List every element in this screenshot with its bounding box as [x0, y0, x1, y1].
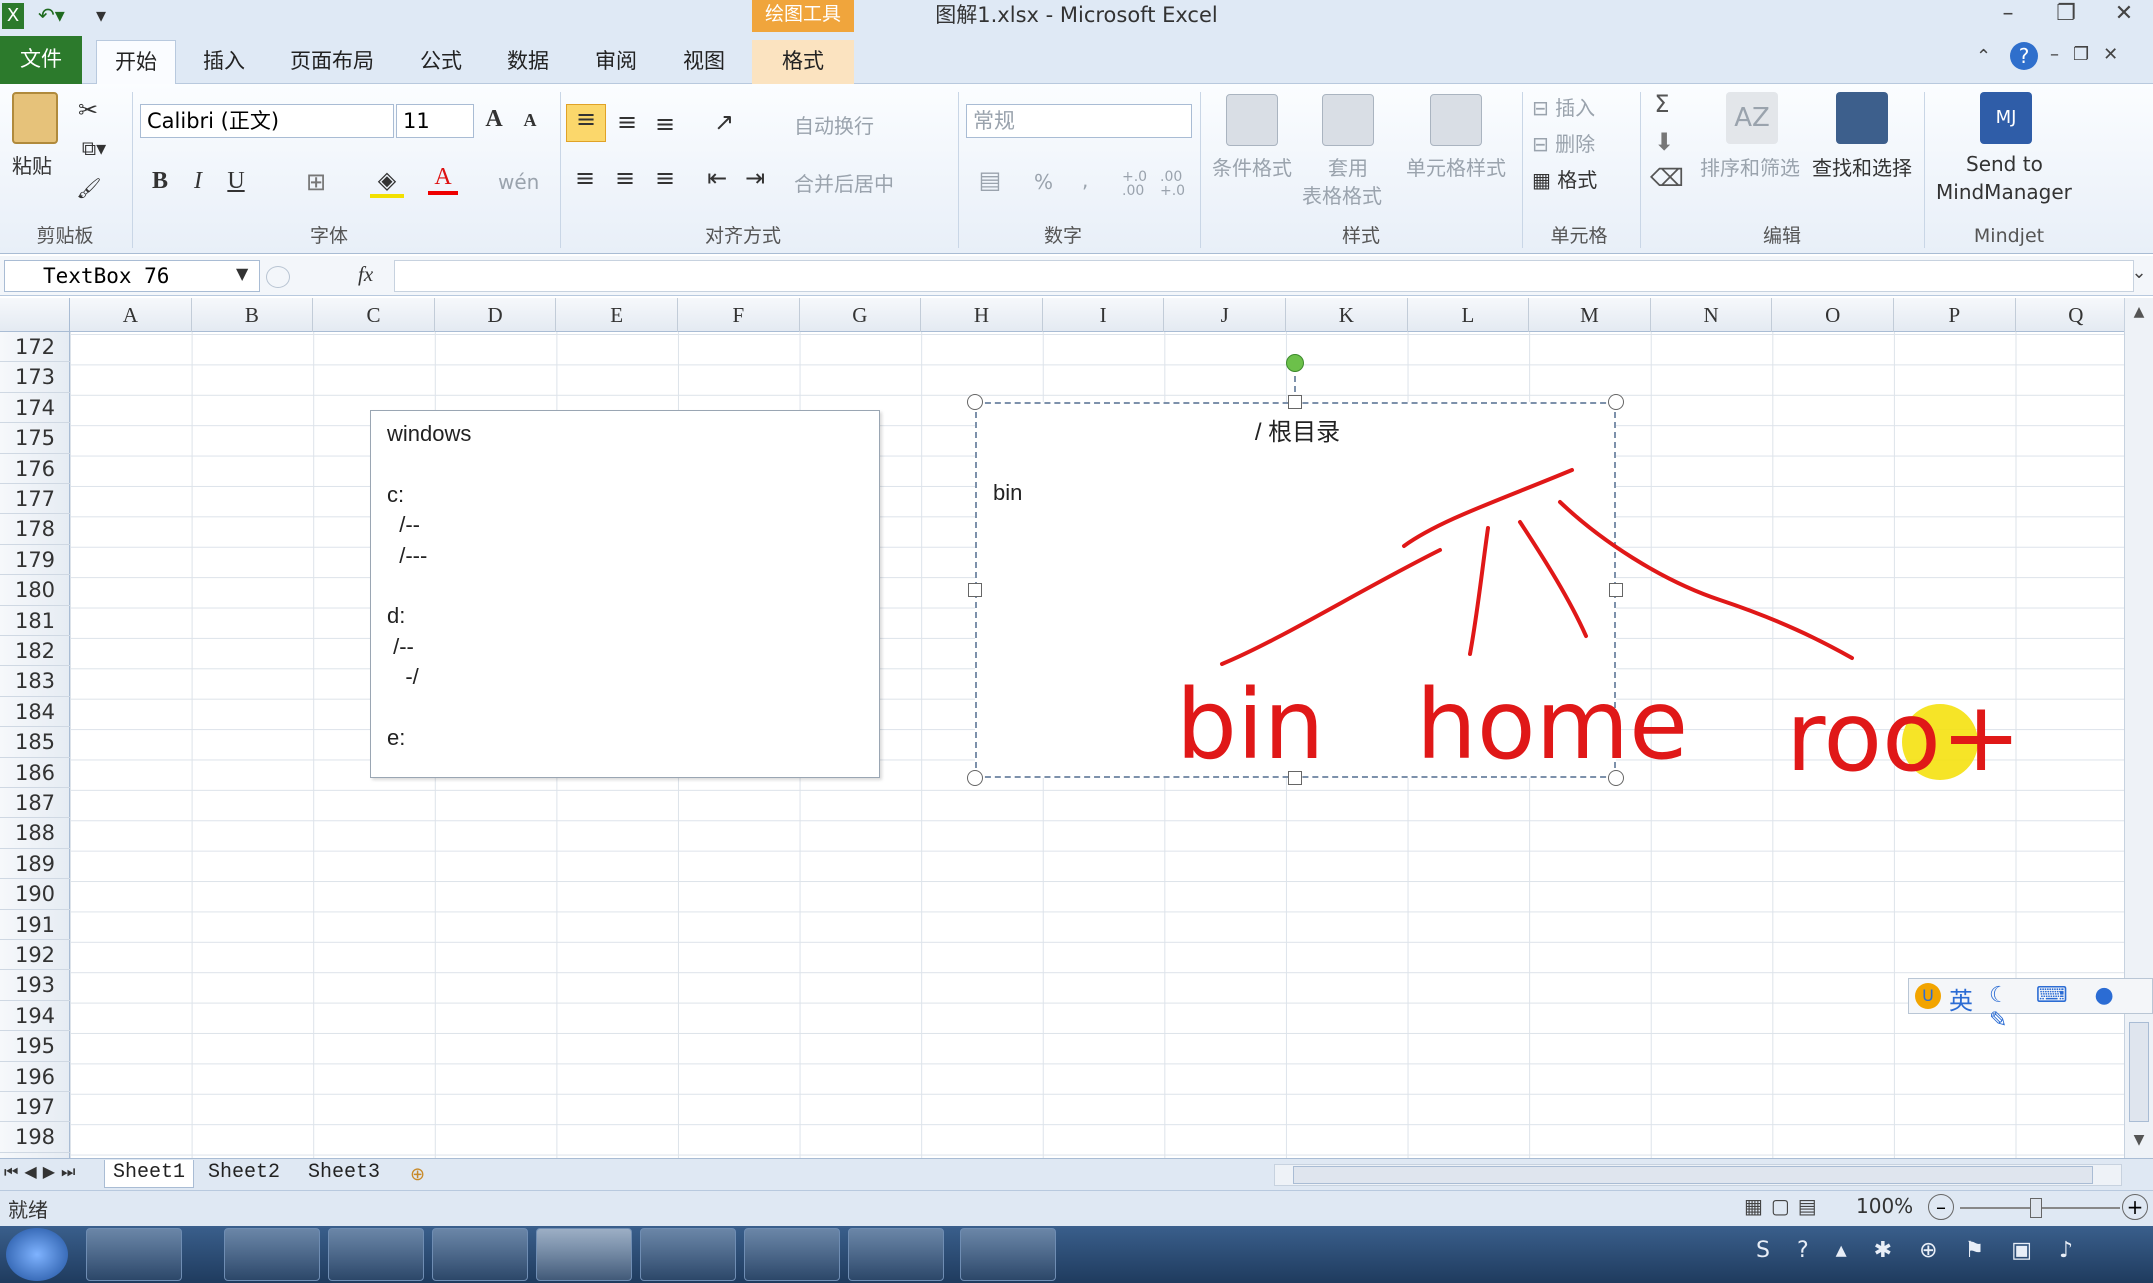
scroll-down-icon[interactable]: ▼: [2129, 1132, 2149, 1152]
taskbar-excel-icon[interactable]: [536, 1228, 632, 1281]
taskbar-outlook-icon[interactable]: [848, 1228, 944, 1281]
ime-logo-icon[interactable]: U: [1915, 983, 1941, 1009]
handwritten-root: roo+: [1786, 681, 2021, 793]
ime-toolbar[interactable]: U 英 ☾ ⌨ ● ✎: [1908, 978, 2153, 1033]
zoom-in-button[interactable]: +: [2122, 1194, 2148, 1220]
horizontal-scrollbar[interactable]: [1274, 1164, 2122, 1186]
taskbar-powerpoint-icon[interactable]: [640, 1228, 736, 1281]
tree-branch-home-1: [1468, 526, 1490, 656]
tree-branch-root: [1558, 500, 1854, 660]
zoom-level[interactable]: 100%: [1856, 1194, 1913, 1218]
taskbar-app-1-icon[interactable]: [86, 1228, 182, 1281]
view-buttons[interactable]: ▦▢▤: [1744, 1194, 1834, 1220]
handwritten-bin: bin: [1176, 669, 1324, 781]
sheet-navigation-icons[interactable]: ⏮◀▶⏭: [4, 1162, 96, 1186]
tree-branch-bin: [1220, 548, 1442, 666]
zoom-out-button[interactable]: –: [1928, 1194, 1954, 1220]
sheet-tab-2[interactable]: Sheet2: [196, 1160, 292, 1188]
scroll-up-icon[interactable]: ▲: [2129, 304, 2149, 324]
system-tray-icons[interactable]: S ? ▴ ✱ ⊕ ⚑ ▣ ♪: [1756, 1238, 2146, 1274]
taskbar-chrome-icon[interactable]: [432, 1228, 528, 1281]
status-ready: 就绪: [8, 1198, 48, 1222]
horizontal-scroll-thumb[interactable]: [1293, 1166, 2093, 1184]
taskbar-explorer-icon[interactable]: [328, 1228, 424, 1281]
zoom-slider-thumb[interactable]: [2030, 1198, 2042, 1218]
handwriting-annotation: bin home roo+: [1176, 468, 2021, 793]
start-button-icon[interactable]: [6, 1228, 68, 1281]
tree-branch-home-2: [1518, 520, 1588, 638]
scroll-thumb[interactable]: [2129, 1022, 2149, 1122]
insert-sheet-icon[interactable]: ⊕: [410, 1164, 440, 1186]
taskbar-wps-icon[interactable]: [744, 1228, 840, 1281]
taskbar-ie-icon[interactable]: [224, 1228, 320, 1281]
ime-language-toggle[interactable]: 英: [1949, 981, 1973, 1016]
ime-tool-icons[interactable]: ☾ ⌨ ● ✎: [1989, 983, 2149, 1033]
sheet-tab-1[interactable]: Sheet1: [104, 1160, 194, 1188]
taskbar-recorder-icon[interactable]: [960, 1228, 1056, 1281]
handwritten-home: home: [1416, 669, 1688, 781]
sheet-tab-3[interactable]: Sheet3: [296, 1160, 392, 1188]
